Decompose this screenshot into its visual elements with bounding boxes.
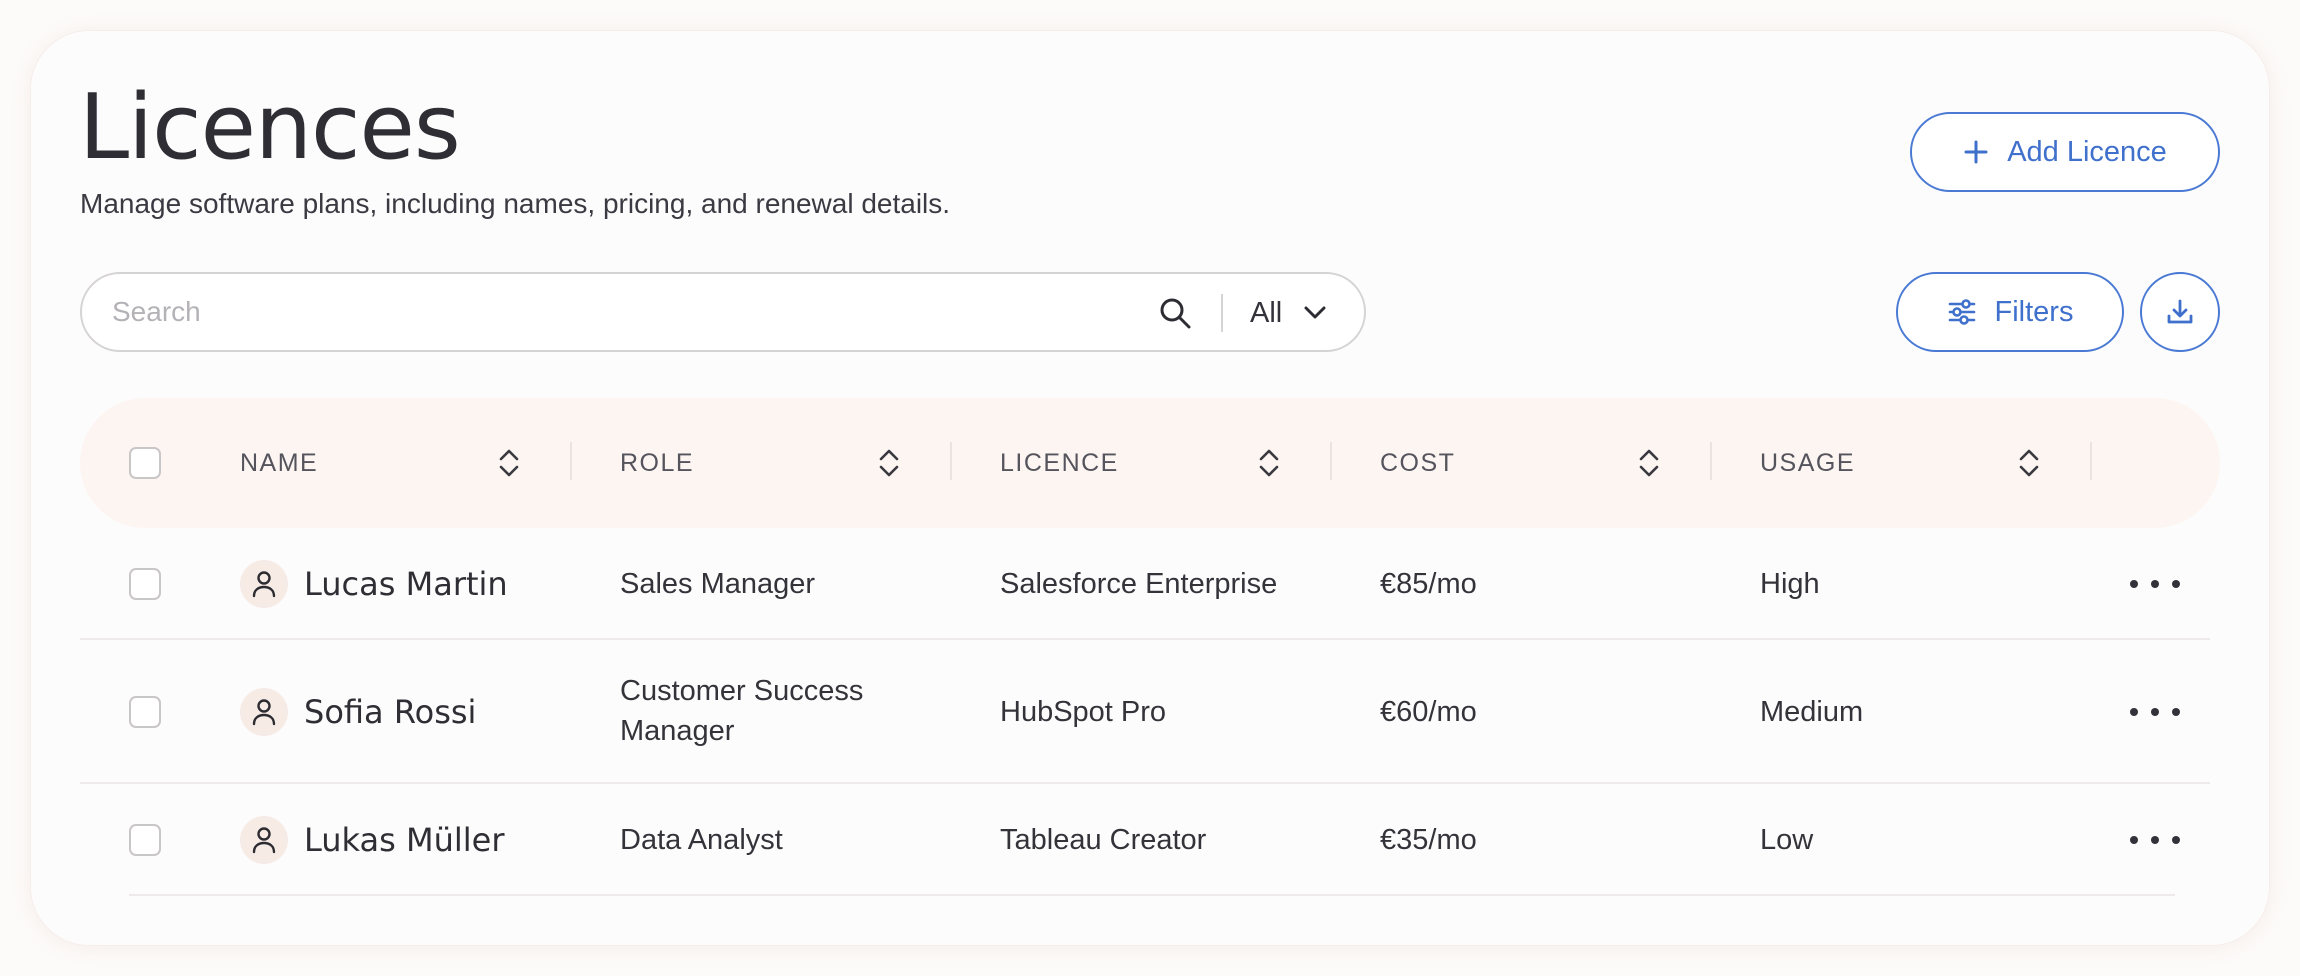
more-dot [2151,708,2159,716]
column-header-role: ROLE [620,448,695,477]
add-licence-button[interactable]: Add Licence [1910,112,2220,192]
user-role-line-1: Customer Success [620,675,864,707]
user-name: Lukas Müller [304,821,505,859]
more-dot [2172,580,2180,588]
user-name: Sofia Rossi [304,693,477,731]
more-dot [2172,836,2180,844]
row-actions-button[interactable] [2130,825,2180,855]
filters-label: Filters [1994,295,2074,328]
page-title: Licences [79,75,461,180]
user-role: Data Analyst [620,824,783,856]
column-divider [1330,442,1332,480]
sliders-icon [1948,299,1975,325]
sort-icon[interactable] [1254,446,1284,480]
licence-name: Salesforce Enterprise [1000,568,1278,600]
column-header-cost: COST [1380,448,1456,477]
scope-select[interactable]: All [1250,290,1326,336]
licence-cost: €35/mo [1380,824,1477,856]
download-button[interactable] [2140,272,2220,352]
more-dot [2151,836,2159,844]
user-icon [252,827,276,854]
search-divider [1221,294,1223,332]
avatar [240,816,288,864]
user-icon [252,699,276,726]
table-row[interactable]: Lukas Müller Data Analyst Tableau Creato… [80,784,2220,896]
sort-icon[interactable] [2014,446,2044,480]
search-input[interactable] [112,290,1212,334]
user-icon [252,571,276,598]
row-divider [129,894,2175,896]
licence-usage: Medium [1760,696,1864,728]
row-actions-button[interactable] [2130,569,2180,599]
row-checkbox[interactable] [129,824,161,856]
column-divider [2090,442,2092,480]
sort-icon[interactable] [1634,446,1664,480]
licence-cost: €60/mo [1380,696,1477,728]
page-subtitle: Manage software plans, including names, … [80,188,951,219]
select-all-checkbox[interactable] [129,447,161,479]
add-licence-label: Add Licence [2007,135,2167,168]
row-actions-button[interactable] [2130,697,2180,727]
more-horizontal-icon [2130,708,2138,716]
sort-icon[interactable] [874,446,904,480]
column-divider [570,442,572,480]
column-divider [950,442,952,480]
table-header: NAME ROLE LICENCE COST USAGE [80,398,2220,528]
row-checkbox[interactable] [129,696,161,728]
avatar [240,560,288,608]
licence-name: Tableau Creator [1000,824,1207,856]
more-horizontal-icon [2130,836,2138,844]
filters-button[interactable]: Filters [1896,272,2124,352]
column-divider [1710,442,1712,480]
more-dot [2151,580,2159,588]
column-header-licence: LICENCE [1000,448,1119,477]
column-header-name: NAME [240,448,319,477]
search-icon[interactable] [1158,296,1192,330]
user-role: Sales Manager [620,568,816,600]
user-role-line-2: Manager [620,715,735,747]
search-bar: All [80,272,1366,352]
licence-usage: Low [1760,824,1814,856]
scope-select-value: All [1250,296,1283,329]
licence-cost: €85/mo [1380,568,1477,600]
plus-icon [1964,140,1988,164]
table-row[interactable]: Lucas Martin Sales Manager Salesforce En… [80,528,2220,640]
chevron-down-icon [1304,306,1326,319]
table-row[interactable]: Sofia Rossi Customer Success Manager Hub… [80,640,2220,784]
row-checkbox[interactable] [129,568,161,600]
more-dot [2172,708,2180,716]
licence-name: HubSpot Pro [1000,696,1167,728]
sort-icon[interactable] [494,446,524,480]
more-horizontal-icon [2130,580,2138,588]
column-header-usage: USAGE [1760,448,1856,477]
licence-usage: High [1760,568,1820,600]
download-icon [2167,299,2193,324]
avatar [240,688,288,736]
user-name: Lucas Martin [304,565,508,603]
